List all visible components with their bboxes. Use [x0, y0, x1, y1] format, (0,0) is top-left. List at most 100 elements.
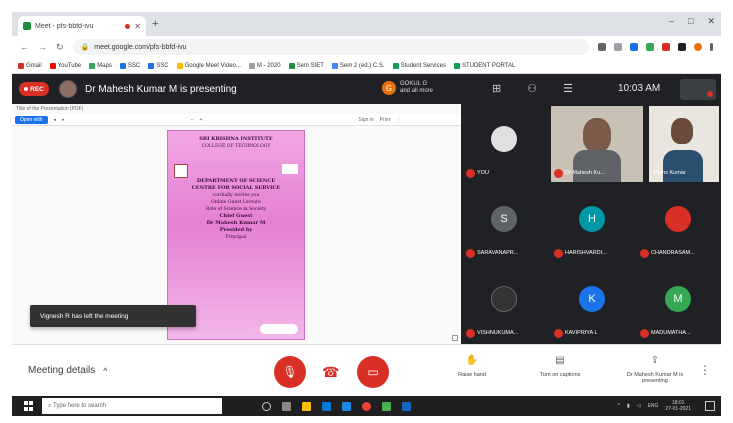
presenter-avatar — [59, 80, 77, 98]
mic-off-icon — [640, 249, 649, 258]
sign-in-button[interactable]: Sign in — [358, 117, 373, 123]
extension-icon[interactable] — [630, 43, 638, 51]
self-view-thumbnail[interactable] — [680, 79, 716, 100]
notifications-icon[interactable] — [705, 401, 715, 411]
bookmark-item[interactable]: Maps — [89, 62, 112, 69]
extension-icon[interactable] — [646, 43, 654, 51]
people-icon[interactable]: ⚇ — [527, 82, 537, 95]
edge-icon[interactable] — [322, 401, 331, 411]
bookmark-item[interactable]: SSC — [148, 62, 169, 69]
meeting-controls-bar: Meeting details ^ 🎙 ☎ ▭ ✋ Raise hand ▤ T… — [12, 344, 721, 396]
tab-title: Meet - pfs-bbfd-ivu — [35, 22, 94, 30]
chat-icon[interactable]: ☰ — [563, 82, 573, 95]
invite-logos — [174, 164, 298, 178]
layout-icon[interactable]: ⊞ — [492, 82, 501, 95]
hand-icon: ✋ — [465, 355, 479, 366]
participant-tile[interactable]: H HARISHVARDI... — [551, 186, 635, 262]
captions-button[interactable]: ▤ Turn on captions — [530, 355, 590, 378]
cast-icon[interactable] — [598, 43, 606, 51]
participants-chip[interactable]: G GOKUL G and all more — [382, 81, 433, 95]
participant-tile[interactable]: K KAVIPRIYA L — [551, 266, 635, 342]
word-icon[interactable] — [402, 401, 411, 411]
task-view-icon[interactable] — [282, 401, 291, 411]
network-icon[interactable]: ▮ — [627, 403, 630, 409]
bookmark-item[interactable]: M - 2020 — [248, 62, 281, 69]
expand-icon[interactable] — [452, 335, 458, 341]
participant-video — [671, 118, 693, 144]
bookmark-item[interactable]: Student Services — [392, 62, 446, 69]
tray-up-icon[interactable]: ^ — [618, 403, 620, 409]
close-tab-icon[interactable]: ✕ — [134, 22, 141, 31]
participant-tile-camera[interactable]: Maths Kumar — [649, 106, 719, 182]
meeting-details-button[interactable]: Meeting details ^ — [28, 365, 108, 376]
profile-avatar[interactable] — [694, 43, 702, 51]
bookmark-item[interactable]: Sem SIET — [288, 62, 324, 69]
participant-initial: G — [382, 81, 396, 95]
participant-tile[interactable]: M MADUMATHA... — [637, 266, 721, 342]
tray-clock[interactable]: 18:01 27-01-2021 — [665, 400, 691, 412]
chrome-icon[interactable] — [362, 401, 371, 411]
participant-tile[interactable]: S SARAVANAPR... — [463, 186, 547, 262]
app-icon[interactable] — [382, 401, 391, 411]
url-input[interactable]: 🔒 meet.google.com/pfs-bbfd-ivu — [72, 39, 589, 55]
bookmark-item[interactable]: SSC — [119, 62, 140, 69]
print-button[interactable]: Print — [380, 117, 390, 123]
present-button[interactable]: ⇪ Dr Mahesh Kumar M is presenting — [616, 355, 694, 384]
bookmarks-bar: Gmail YouTube Maps SSC SSC Google Meet V… — [12, 58, 721, 74]
bookmark-item[interactable]: Gmail — [18, 62, 42, 69]
zoom-out-button[interactable]: − — [191, 117, 194, 123]
file-explorer-icon[interactable] — [302, 401, 311, 411]
doc-more-button[interactable]: ⋮ — [396, 117, 401, 123]
maximize-button[interactable]: □ — [688, 16, 693, 27]
participant-tile[interactable]: VISHNUKUMA... — [463, 266, 547, 342]
windows-start-icon[interactable] — [20, 401, 36, 411]
invite-line: Presided by — [219, 227, 253, 233]
recording-badge: REC — [19, 82, 49, 96]
invite-line: cordially invites you — [212, 193, 260, 198]
reload-icon[interactable]: ↻ — [56, 42, 64, 53]
bookmark-item[interactable]: YouTube — [49, 62, 81, 69]
back-icon[interactable]: ← — [20, 42, 29, 52]
minimize-button[interactable]: – — [669, 16, 674, 27]
extension-icon[interactable] — [662, 43, 670, 51]
participant-name: CHANDRASAM... — [651, 250, 695, 256]
open-with-button[interactable]: Open with — [15, 115, 48, 124]
raise-hand-button[interactable]: ✋ Raise hand — [452, 355, 492, 378]
bookmark-star-icon[interactable] — [614, 43, 622, 51]
participant-avatar: S — [491, 206, 517, 232]
extension-icon[interactable] — [678, 43, 686, 51]
language-indicator[interactable]: ENG — [648, 403, 659, 409]
participant-tile[interactable]: CHANDRASAM... — [637, 186, 721, 262]
close-window-button[interactable]: ✕ — [707, 16, 715, 27]
browser-tab-meet[interactable]: Meet - pfs-bbfd-ivu ✕ — [18, 16, 146, 36]
camera-toggle-button[interactable]: ▭ — [357, 356, 389, 388]
bookmark-item[interactable]: Google Meet Video... — [176, 62, 241, 69]
forward-icon[interactable]: → — [38, 42, 47, 52]
participant-tile-camera[interactable]: Dr Mahesh Ku... — [551, 106, 643, 182]
store-icon[interactable] — [342, 401, 351, 411]
system-tray: ^ ▮ ◁ ENG 18:01 27-01-2021 — [618, 400, 691, 412]
more-options-button[interactable]: ⋮ — [699, 363, 711, 377]
volume-icon[interactable]: ◁ — [637, 403, 641, 409]
participant-chip-more: and all more — [400, 88, 434, 94]
invite-line: CENTRE FOR SOCIAL SERVICE — [191, 185, 281, 191]
presenting-label: Dr Mahesh Kumar M is presenting — [85, 83, 237, 95]
next-page-button[interactable]: ▸ — [62, 117, 65, 123]
browser-menu-icon[interactable] — [710, 43, 713, 51]
cortana-icon[interactable] — [262, 401, 271, 411]
participant-avatar — [491, 126, 517, 152]
new-tab-button[interactable]: + — [152, 18, 158, 30]
hang-up-button[interactable]: ☎ — [322, 364, 339, 381]
mic-off-icon — [640, 329, 649, 338]
taskbar-search-input[interactable]: ⌕ Type here to search — [42, 398, 222, 414]
zoom-in-button[interactable]: + — [199, 117, 202, 123]
bookmark-item[interactable]: STUDENT PORTAL — [453, 62, 515, 69]
doc-toolbar: Open with ◂ ▸ − + Sign in Print ⋮ — [12, 114, 461, 126]
invite-line: SRI KRISHNA INSTITUTE — [199, 136, 273, 142]
mic-toggle-button[interactable]: 🎙 — [274, 356, 306, 388]
browser-tabstrip: Meet - pfs-bbfd-ivu ✕ + – □ ✕ — [12, 12, 721, 36]
bookmark-item[interactable]: Sem 2 (ed.) C.S. — [331, 62, 385, 69]
participant-tile[interactable]: You — [463, 106, 547, 182]
raise-hand-label: Raise hand — [458, 372, 486, 378]
prev-page-button[interactable]: ◂ — [54, 117, 57, 123]
